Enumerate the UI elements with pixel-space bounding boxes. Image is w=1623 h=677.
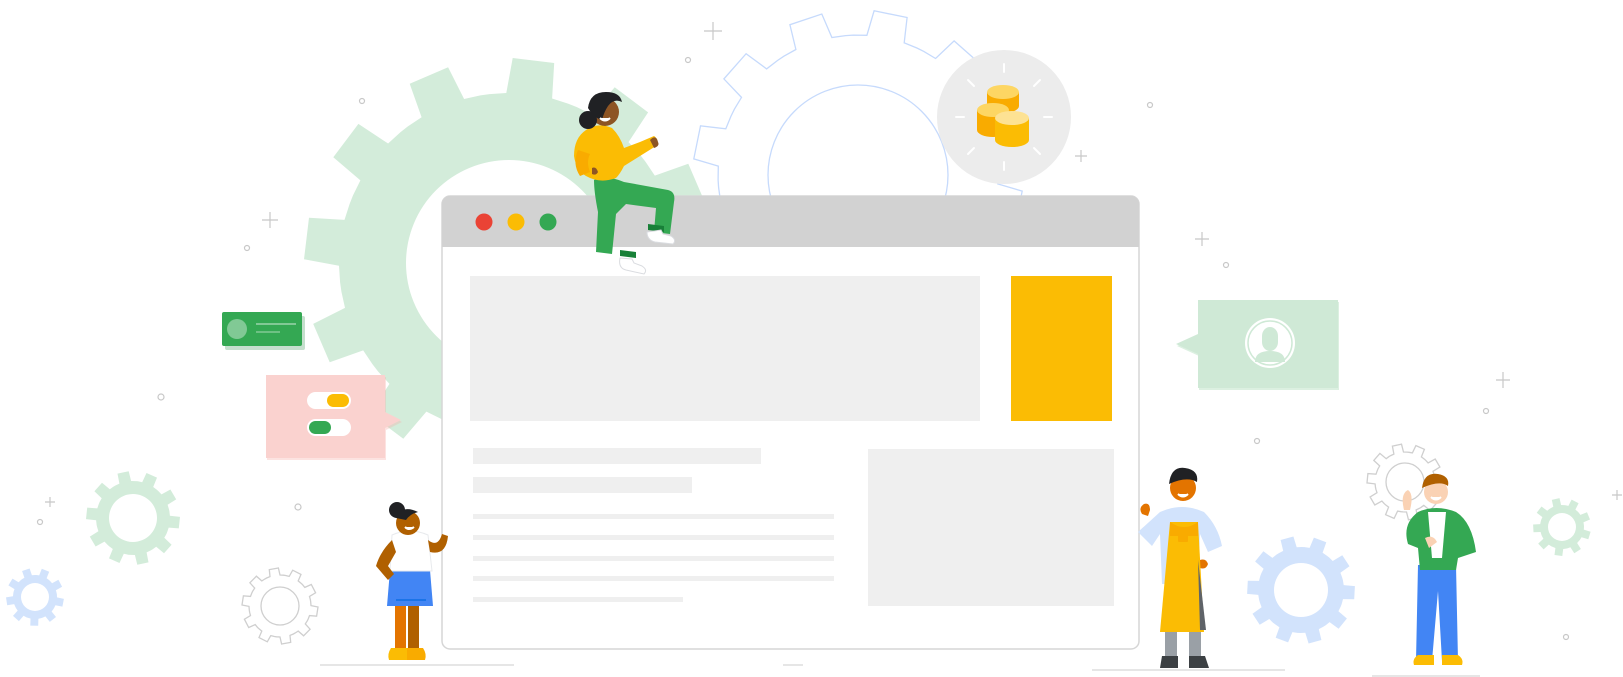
- subheading-placeholder: [473, 477, 692, 493]
- hero-placeholder: [470, 276, 980, 421]
- browser-window: [441, 195, 1140, 650]
- gear-shape: [6, 568, 64, 626]
- gear-shape: [241, 567, 319, 645]
- small-green-gear-icon: [86, 471, 180, 565]
- illustration-stage: [0, 0, 1623, 677]
- sidebar-ad-block: [1011, 276, 1112, 421]
- small-outline-gear-icon: [241, 567, 319, 645]
- person-waving: [1402, 473, 1476, 665]
- profile-speech-bubble: [1176, 300, 1339, 390]
- heading-placeholder: [473, 448, 761, 464]
- person-leaning-on-browser: [376, 502, 448, 660]
- small-blue-gear-icon: [6, 568, 64, 626]
- toggle-switches-icon: [266, 375, 402, 460]
- marketing-illustration: [6, 10, 1622, 677]
- person-avatar-icon: [1245, 318, 1295, 368]
- gear-shape: [1247, 536, 1355, 644]
- window-close-button[interactable]: [475, 213, 493, 231]
- window-minimize-button[interactable]: [507, 213, 525, 231]
- right-small-green-gear-icon: [1533, 498, 1591, 556]
- gear-shape: [86, 471, 180, 565]
- message-card-icon: [222, 312, 305, 350]
- ground-lines: [320, 664, 1480, 677]
- gear-shape: [1533, 498, 1591, 556]
- coins-badge: [937, 50, 1071, 184]
- window-maximize-button[interactable]: [539, 213, 557, 231]
- person-with-apron: [1138, 467, 1222, 668]
- image-placeholder: [868, 449, 1114, 606]
- blue-gear-icon: [1247, 536, 1355, 644]
